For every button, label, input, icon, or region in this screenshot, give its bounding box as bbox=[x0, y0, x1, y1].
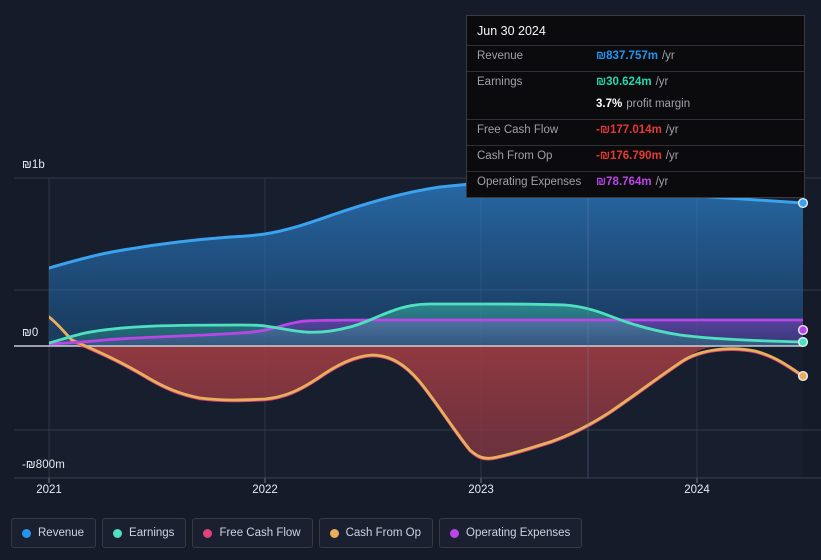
legend-item-free-cash-flow[interactable]: Free Cash Flow bbox=[192, 518, 313, 548]
tooltip-value-revenue: ₪837.757m bbox=[596, 50, 658, 62]
tooltip-unit-cash-from-op: /yr bbox=[665, 150, 679, 162]
legend-label-free-cash-flow: Free Cash Flow bbox=[219, 527, 301, 539]
tooltip-unit-revenue: /yr bbox=[661, 50, 675, 62]
legend-item-operating-expenses[interactable]: Operating Expenses bbox=[439, 518, 583, 548]
tooltip-value-cash-from-op: -₪176.790m bbox=[596, 150, 662, 162]
cash-from-op-endpoint bbox=[797, 370, 809, 382]
data-tooltip: Jun 30 2024 Revenue ₪837.757m /yr Earnin… bbox=[466, 15, 805, 198]
legend-item-earnings[interactable]: Earnings bbox=[102, 518, 187, 548]
tooltip-unit-free-cash-flow: /yr bbox=[665, 124, 679, 136]
legend-label-operating-expenses: Operating Expenses bbox=[466, 527, 571, 539]
opex-endpoint bbox=[797, 324, 809, 336]
tooltip-unit-operating-expenses: /yr bbox=[655, 176, 669, 188]
tooltip-key-revenue: Revenue bbox=[477, 50, 524, 62]
legend-dot-free-cash-flow-icon bbox=[203, 528, 213, 538]
tooltip-key-cash-from-op: Cash From Op bbox=[477, 150, 553, 162]
legend-dot-operating-expenses-icon bbox=[450, 528, 460, 538]
tooltip-key-free-cash-flow: Free Cash Flow bbox=[477, 124, 559, 136]
tooltip-row-revenue: Revenue ₪837.757m /yr bbox=[467, 45, 804, 71]
legend-dot-revenue-icon bbox=[22, 528, 31, 538]
legend-item-cash-from-op[interactable]: Cash From Op bbox=[318, 518, 434, 548]
financial-chart-page: ₪1b ₪0 -₪800m 2021 2022 2023 2024 Jun 30… bbox=[0, 0, 821, 560]
tooltip-key-operating-expenses: Operating Expenses bbox=[477, 176, 582, 188]
tooltip-unit-earnings: /yr bbox=[655, 76, 669, 88]
tooltip-row-free-cash-flow: Free Cash Flow -₪177.014m /yr bbox=[467, 119, 804, 145]
legend-dot-cash-from-op-icon bbox=[329, 528, 339, 538]
tooltip-value-operating-expenses: ₪78.764m bbox=[596, 176, 652, 188]
legend-item-revenue[interactable]: Revenue bbox=[11, 518, 97, 548]
tooltip-row-earnings: Earnings ₪30.624m /yr bbox=[467, 71, 804, 97]
chart-legend: Revenue Earnings Free Cash Flow Cash Fro… bbox=[11, 518, 583, 548]
tooltip-key-earnings: Earnings bbox=[477, 76, 523, 88]
tooltip-date: Jun 30 2024 bbox=[477, 24, 546, 38]
legend-dot-earnings-icon bbox=[113, 528, 123, 538]
tooltip-row-cash-from-op: Cash From Op -₪176.790m /yr bbox=[467, 145, 804, 171]
earnings-endpoint bbox=[797, 336, 809, 348]
x-axis-ticks bbox=[48, 478, 698, 483]
revenue-endpoint bbox=[797, 197, 809, 209]
tooltip-row-operating-expenses: Operating Expenses ₪78.764m /yr bbox=[467, 171, 804, 197]
tooltip-row-profit-margin: 3.7% profit margin bbox=[467, 97, 804, 119]
legend-label-earnings: Earnings bbox=[129, 527, 175, 539]
legend-label-revenue: Revenue bbox=[38, 527, 85, 539]
tooltip-value-free-cash-flow: -₪177.014m bbox=[596, 124, 662, 136]
tooltip-sub-profit-margin: profit margin bbox=[626, 98, 691, 110]
tooltip-value-profit-margin: 3.7% bbox=[596, 98, 623, 110]
tooltip-value-earnings: ₪30.624m bbox=[596, 76, 652, 88]
legend-label-cash-from-op: Cash From Op bbox=[345, 527, 422, 539]
